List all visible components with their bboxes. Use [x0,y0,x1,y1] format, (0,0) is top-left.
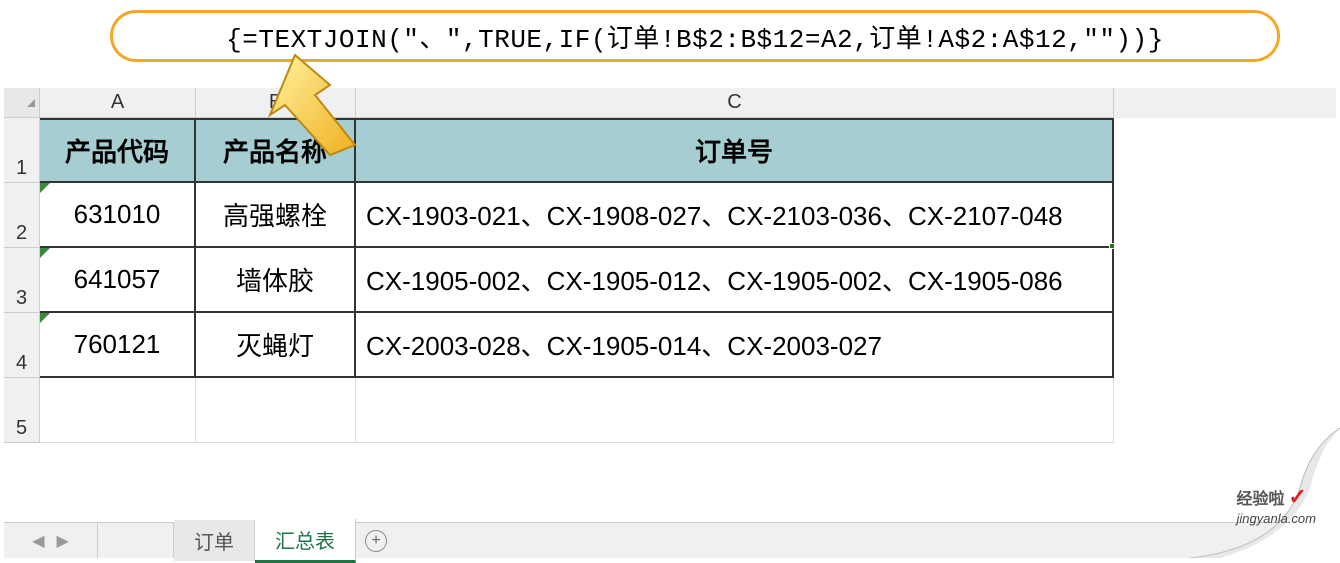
cell-a4[interactable]: 760121 [40,313,196,378]
header-cell-order[interactable]: 订单号 [356,118,1114,183]
tab-prev-icon[interactable]: ◀ [32,531,44,551]
scroll-right-icon[interactable]: ▶ [1314,530,1326,550]
row-header-2[interactable]: 2 [4,183,40,248]
cell-b5[interactable] [196,378,356,443]
fill-handle-icon[interactable] [1109,243,1115,249]
cell-c5[interactable] [356,378,1114,443]
tab-summary[interactable]: 汇总表 [255,519,356,563]
cell-c3[interactable]: CX-1905-002、CX-1905-012、CX-1905-002、CX-1… [356,248,1114,313]
cell-a5[interactable] [40,378,196,443]
cell-c4[interactable]: CX-2003-028、CX-1905-014、CX-2003-027 [356,313,1114,378]
cell-c2[interactable]: CX-1903-021、CX-1908-027、CX-2103-036、CX-2… [356,183,1114,248]
row-header-4[interactable]: 4 [4,313,40,378]
cell-a2[interactable]: 631010 [40,183,196,248]
row-header-1[interactable]: 1 [4,118,40,183]
cell-b2[interactable]: 高强螺栓 [196,183,356,248]
spreadsheet-grid: A B C 1 产品代码 产品名称 订单号 2 631010 高强螺栓 CX-1… [4,88,1336,558]
column-header-b[interactable]: B [196,88,356,118]
header-cell-name[interactable]: 产品名称 [196,118,356,183]
add-sheet-button[interactable]: + [356,530,396,552]
header-cell-code[interactable]: 产品代码 [40,118,196,183]
row-header-3[interactable]: 3 [4,248,40,313]
column-header-a[interactable]: A [40,88,196,118]
column-header-c[interactable]: C [356,88,1114,118]
tab-nav-buttons[interactable]: ◀ ▶ [4,523,98,558]
tab-orders[interactable]: 订单 [174,520,255,561]
cell-a3[interactable]: 641057 [40,248,196,313]
tab-next-icon[interactable]: ▶ [57,531,69,551]
sheet-tab-bar: ◀ ▶ 订单 汇总表 + ▶ [4,522,1336,558]
row-header-5[interactable]: 5 [4,378,40,443]
cell-b3[interactable]: 墙体胶 [196,248,356,313]
select-all-corner[interactable] [4,88,40,118]
formula-bar[interactable]: {=TEXTJOIN("、",TRUE,IF(订单!B$2:B$12=A2,订单… [110,10,1280,62]
cell-b4[interactable]: 灭蝇灯 [196,313,356,378]
